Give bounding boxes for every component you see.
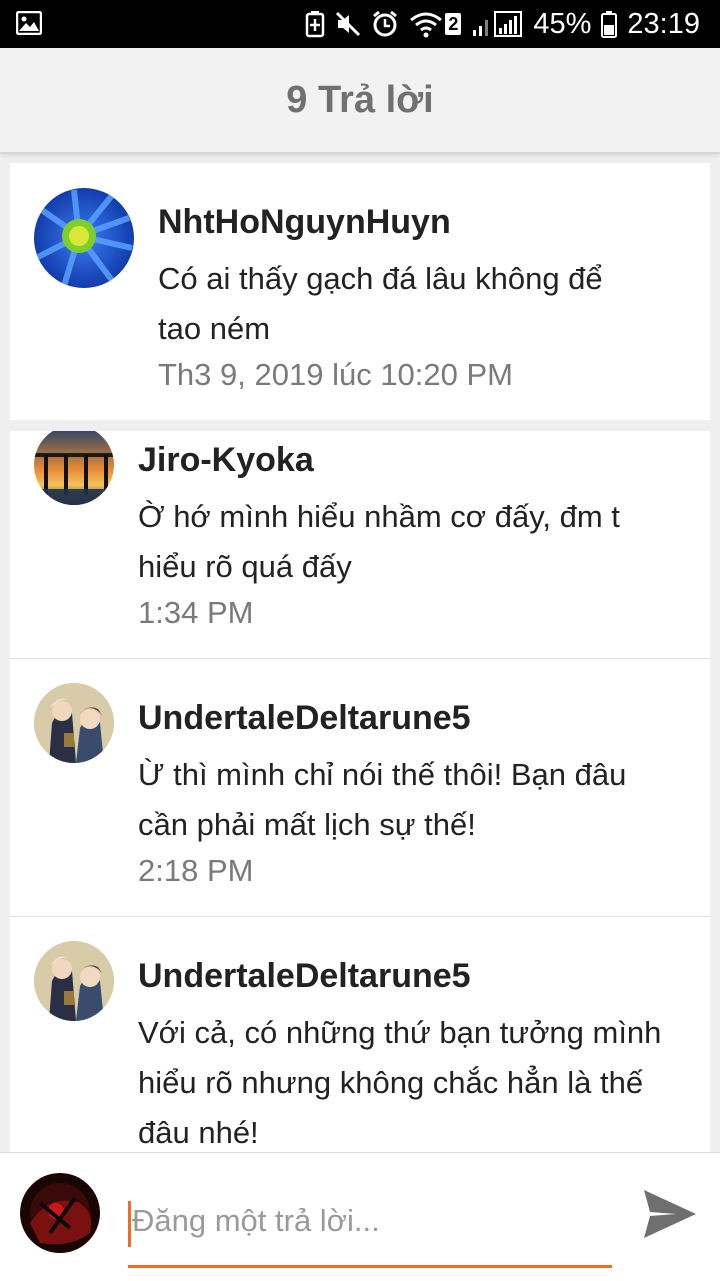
- reply-text: Ờ hớ mình hiểu nhầm cơ đấy, đm t hiểu rõ…: [138, 492, 620, 592]
- mute-icon: [335, 11, 361, 37]
- reply-text-line: Với cả, có những thứ bạn tưởng mình: [138, 1015, 662, 1050]
- clock: 23:19: [627, 7, 700, 40]
- list-item[interactable]: UndertaleDeltarune5 Với cả, có những thứ…: [10, 917, 710, 1152]
- gallery-icon: [15, 10, 43, 40]
- send-button[interactable]: [640, 1186, 700, 1242]
- reply-timestamp: 1:34 PM: [138, 595, 254, 630]
- battery-percentage: 45%: [533, 7, 592, 40]
- reply-text-line: cần phải mất lịch sự thế!: [138, 807, 476, 842]
- page-title: 9 Trả lời: [286, 78, 434, 121]
- reply-text-line: Ờ hớ mình hiểu nhầm cơ đấy, đm t: [138, 499, 620, 534]
- list-item[interactable]: Jiro-Kyoka Ờ hớ mình hiểu nhầm cơ đấy, đ…: [10, 431, 710, 658]
- header: 9 Trả lời: [0, 48, 720, 154]
- wifi-icon: 2: [409, 10, 462, 38]
- signal-icon: [471, 10, 523, 38]
- original-comment-card[interactable]: NhtHoNguynHuyn Có ai thấy gạch đá lâu kh…: [10, 163, 710, 420]
- reply-input-placeholder: Đăng một trả lời...: [132, 1203, 380, 1238]
- status-bar: 2 45% 23:19: [0, 0, 720, 48]
- avatar[interactable]: [34, 188, 134, 288]
- list-item[interactable]: UndertaleDeltarune5 Ừ thì mình chỉ nói t…: [10, 659, 710, 916]
- battery-icon: [601, 10, 618, 38]
- reply-username[interactable]: Jiro-Kyoka: [138, 441, 314, 480]
- reply-text: Ừ thì mình chỉ nói thế thôi! Bạn đâu cần…: [138, 750, 626, 850]
- alarm-icon: [371, 10, 399, 38]
- avatar[interactable]: [34, 941, 114, 1021]
- reply-text-line: hiểu rõ quá đấy: [138, 549, 352, 584]
- reply-timestamp: 2:18 PM: [138, 853, 254, 888]
- send-icon: [644, 1190, 696, 1238]
- reply-text-line: hiểu rõ nhưng không chắc hẳn là thế: [138, 1065, 644, 1100]
- replies-list: Jiro-Kyoka Ờ hớ mình hiểu nhầm cơ đấy, đ…: [10, 431, 710, 1152]
- comment-text-line: Có ai thấy gạch đá lâu không để: [158, 261, 603, 296]
- reply-composer: Đăng một trả lời...: [0, 1152, 720, 1281]
- reply-text-line: đâu nhé!: [138, 1115, 259, 1150]
- reply-username[interactable]: UndertaleDeltarune5: [138, 957, 471, 996]
- comment-username[interactable]: NhtHoNguynHuyn: [158, 203, 451, 242]
- wifi-badge: 2: [445, 13, 462, 35]
- comment-timestamp: Th3 9, 2019 lúc 10:20 PM: [158, 357, 514, 392]
- reply-text: Với cả, có những thứ bạn tưởng mình hiểu…: [138, 1008, 661, 1152]
- avatar[interactable]: [34, 431, 114, 505]
- reply-text-line: Ừ thì mình chỉ nói thế thôi! Bạn đâu: [138, 757, 627, 792]
- reply-input[interactable]: Đăng một trả lời...: [128, 1193, 612, 1268]
- current-user-avatar: [20, 1173, 100, 1253]
- reply-username[interactable]: UndertaleDeltarune5: [138, 699, 471, 738]
- avatar[interactable]: [34, 683, 114, 763]
- text-cursor: [128, 1201, 131, 1247]
- comment-text-line: tao ném: [158, 311, 271, 346]
- battery-saver-icon: [305, 10, 325, 38]
- comment-text: Có ai thấy gạch đá lâu không để tao ném: [158, 254, 603, 354]
